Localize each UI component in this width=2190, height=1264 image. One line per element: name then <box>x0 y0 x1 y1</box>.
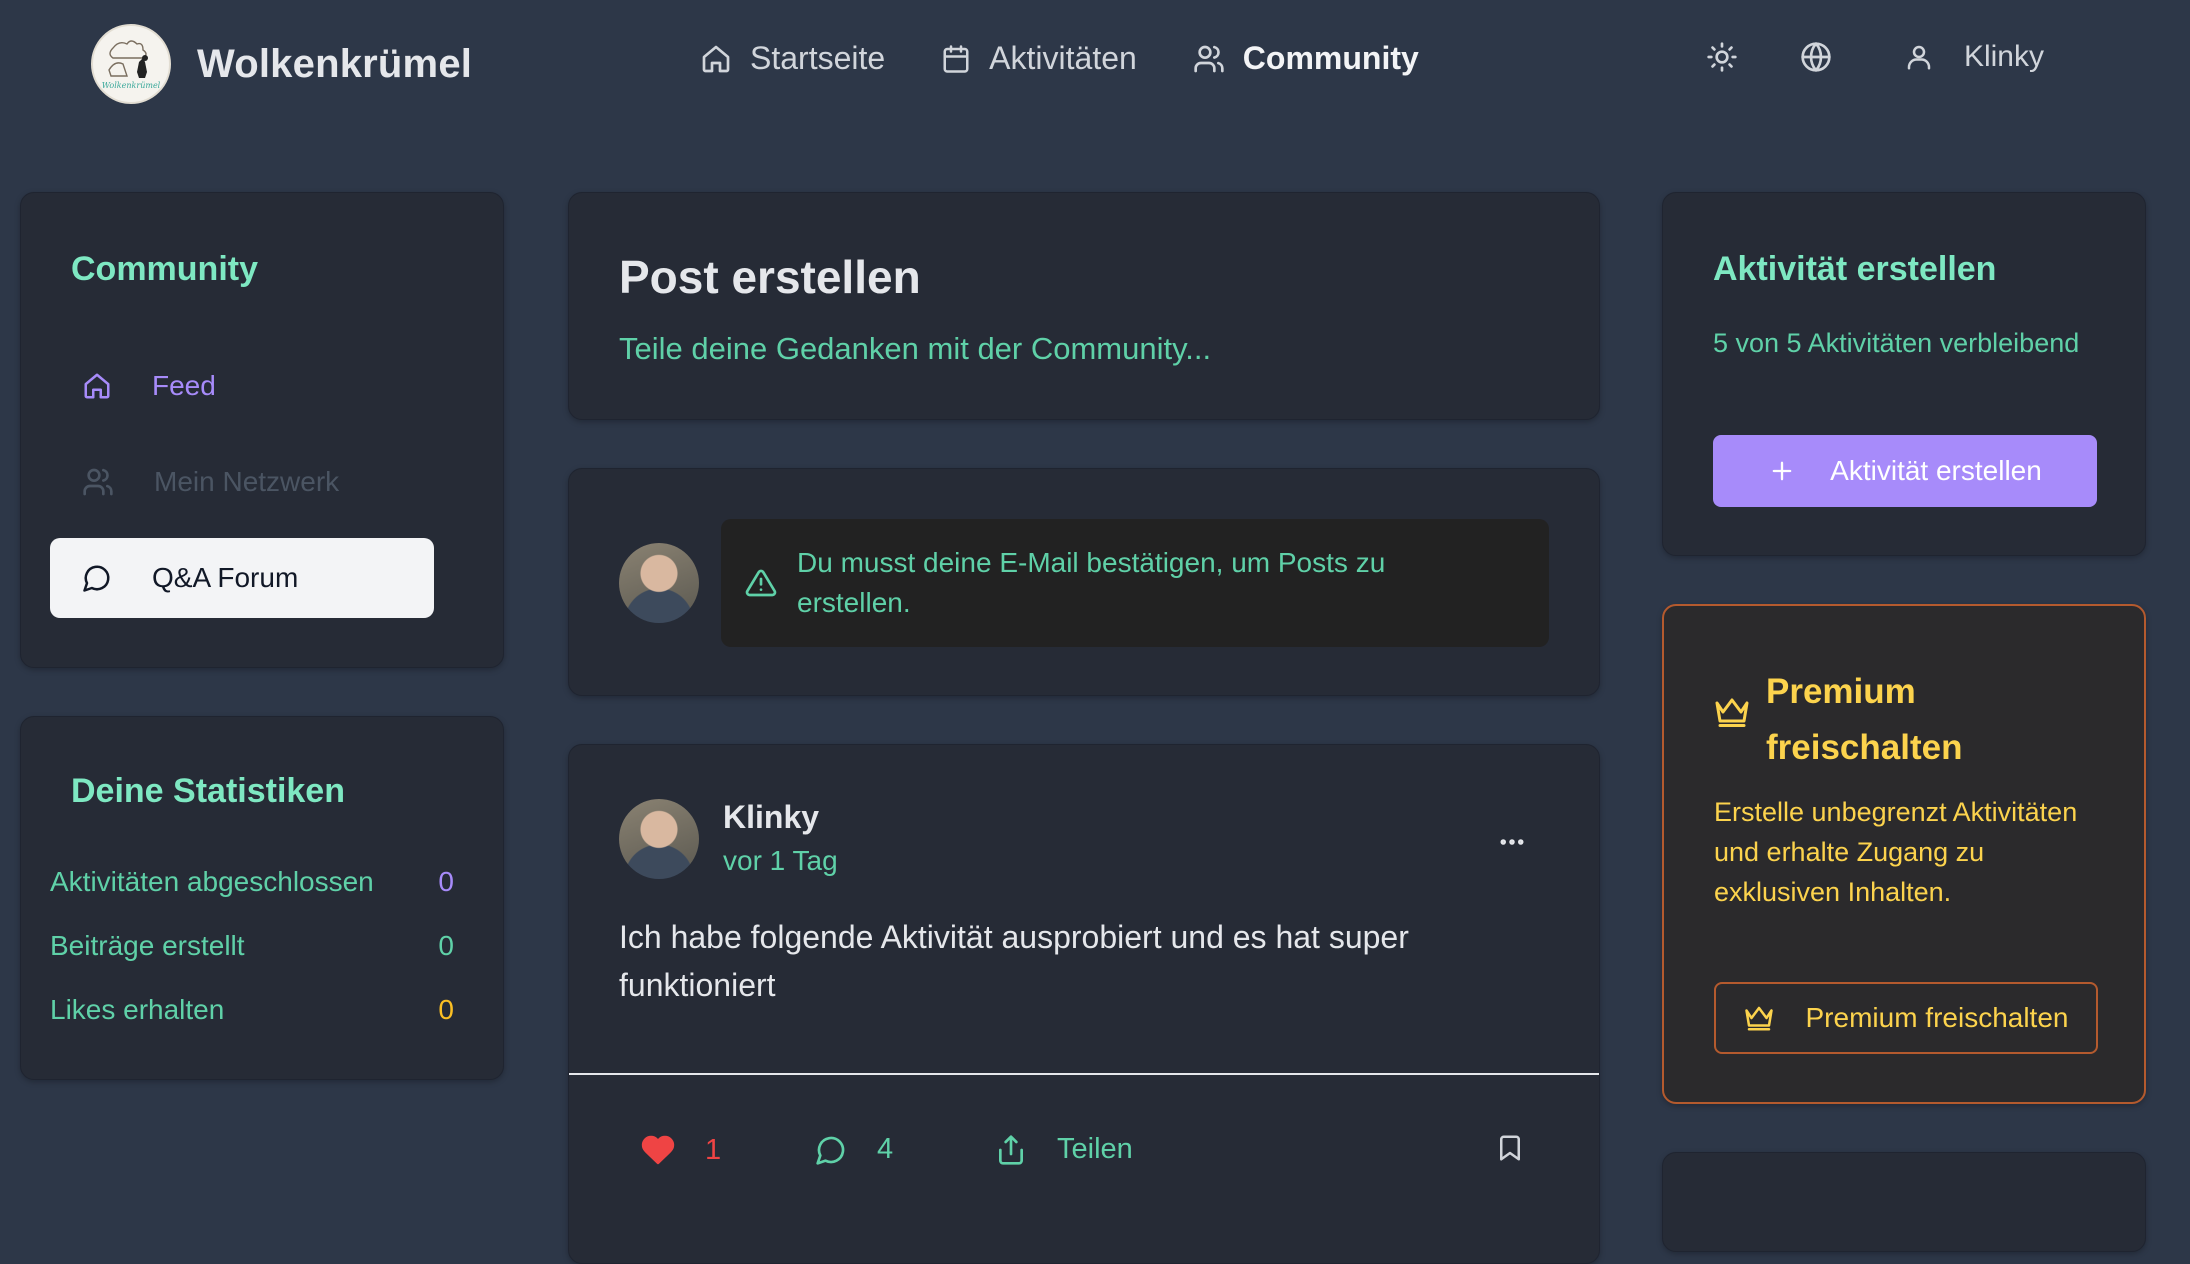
nav-label: Community <box>1242 40 1419 76</box>
stat-row: Likes erhalten 0 <box>50 994 454 1026</box>
user-menu[interactable]: Klinky <box>1904 40 2044 74</box>
premium-description: Erstelle unbegrenzt Aktivitäten und erha… <box>1714 797 2078 907</box>
logo-wordmark: Wolkenkrümel <box>102 81 161 90</box>
users-icon <box>82 466 114 498</box>
top-navbar: Wolkenkrümel Wolkenkrümel Startseite Akt… <box>0 0 2190 130</box>
plus-icon <box>1768 457 1796 485</box>
heart-icon <box>641 1133 675 1167</box>
create-activity-title: Aktivität erstellen <box>1713 250 1997 288</box>
stat-value: 0 <box>438 930 454 961</box>
message-circle-icon <box>815 1134 847 1166</box>
stat-value: 0 <box>438 866 454 897</box>
share-icon <box>995 1134 1027 1166</box>
stat-label: Beiträge erstellt <box>50 930 245 961</box>
create-post-input[interactable]: Teile deine Gedanken mit der Community..… <box>619 331 1211 367</box>
post-author[interactable]: Klinky <box>723 799 819 836</box>
like-count: 1 <box>705 1133 722 1166</box>
header-actions: Klinky <box>1706 40 2044 74</box>
sidebar-card <box>1662 1152 2146 1252</box>
sidebar-item-forum[interactable]: Q&A Forum <box>50 538 434 618</box>
create-activity-button[interactable]: Aktivität erstellen <box>1713 435 2097 507</box>
post-card: Klinky vor 1 Tag Ich habe folgende Aktiv… <box>568 744 1600 1264</box>
post-timestamp: vor 1 Tag <box>723 845 838 876</box>
more-horizontal-icon[interactable] <box>1497 827 1527 857</box>
home-icon <box>82 371 112 401</box>
main-nav: Startseite Aktivitäten Community <box>700 40 1475 77</box>
warning-triangle-icon <box>745 567 777 599</box>
premium-card: Premium freischalten Erstelle unbegrenzt… <box>1662 604 2146 1104</box>
nav-startseite[interactable]: Startseite <box>700 40 885 77</box>
share-label: Teilen <box>1057 1133 1133 1165</box>
nav-label: Aktivitäten <box>989 40 1137 76</box>
bookmark-icon <box>1495 1133 1525 1163</box>
brand-logo: Wolkenkrümel <box>91 24 171 104</box>
stat-row: Aktivitäten abgeschlossen 0 <box>50 866 454 898</box>
create-activity-card: Aktivität erstellen 5 von 5 Aktivitäten … <box>1662 192 2146 556</box>
home-icon <box>700 43 732 75</box>
user-name: Klinky <box>1963 40 2044 73</box>
button-label: Aktivität erstellen <box>1830 455 2042 486</box>
like-button[interactable]: 1 <box>641 1133 721 1167</box>
stats-title: Deine Statistiken <box>71 772 345 810</box>
email-verification-alert: Du musst deine E-Mail bestätigen, um Pos… <box>721 519 1549 647</box>
stat-label: Likes erhalten <box>50 994 225 1025</box>
message-circle-icon <box>82 563 112 593</box>
create-post-card: Post erstellen Teile deine Gedanken mit … <box>568 192 1600 420</box>
comment-count: 4 <box>877 1133 894 1165</box>
sidebar-item-label: Mein Netzwerk <box>154 466 340 497</box>
brand[interactable]: Wolkenkrümel Wolkenkrümel <box>91 24 472 104</box>
globe-icon[interactable] <box>1800 41 1832 73</box>
crown-icon <box>1714 694 1750 730</box>
avatar[interactable] <box>619 799 699 879</box>
bookmark-button[interactable] <box>1495 1133 1555 1163</box>
post-divider <box>569 1073 1599 1075</box>
sun-icon[interactable] <box>1706 41 1738 73</box>
share-button[interactable]: Teilen <box>995 1133 1133 1166</box>
button-label: Premium freischalten <box>1805 1002 2069 1033</box>
sidebar-item-network[interactable]: Mein Netzwerk <box>50 442 434 522</box>
avatar <box>619 543 699 623</box>
stat-value: 0 <box>438 994 454 1025</box>
comment-button[interactable]: 4 <box>815 1133 893 1166</box>
community-title: Community <box>71 250 258 288</box>
crown-icon <box>1744 1003 1774 1033</box>
user-icon <box>1904 42 1934 72</box>
alert-message: Du musst deine E-Mail bestätigen, um Pos… <box>797 547 1386 618</box>
nav-community[interactable]: Community <box>1193 40 1419 77</box>
sidebar-item-label: Feed <box>152 370 216 401</box>
sidebar-item-label: Q&A Forum <box>152 562 299 593</box>
premium-header: Premium freischalten <box>1714 664 2006 776</box>
stat-row: Beiträge erstellt 0 <box>50 930 454 962</box>
sidebar-item-feed[interactable]: Feed <box>50 346 434 426</box>
brand-name: Wolkenkrümel <box>197 41 473 86</box>
create-post-title: Post erstellen <box>619 251 921 303</box>
activity-quota: 5 von 5 Aktivitäten verbleibend <box>1713 328 2080 358</box>
calendar-icon <box>941 44 971 74</box>
nav-label: Startseite <box>750 40 886 76</box>
stat-label: Aktivitäten abgeschlossen <box>50 866 374 897</box>
nav-aktivitaeten[interactable]: Aktivitäten <box>941 40 1137 77</box>
premium-title: Premium freischalten <box>1766 672 1963 767</box>
users-icon <box>1193 43 1225 75</box>
composer-card: Du musst deine E-Mail bestätigen, um Pos… <box>568 468 1600 696</box>
unlock-premium-button[interactable]: Premium freischalten <box>1714 982 2098 1054</box>
post-body: Ich habe folgende Aktivität ausprobiert … <box>619 919 1409 1003</box>
